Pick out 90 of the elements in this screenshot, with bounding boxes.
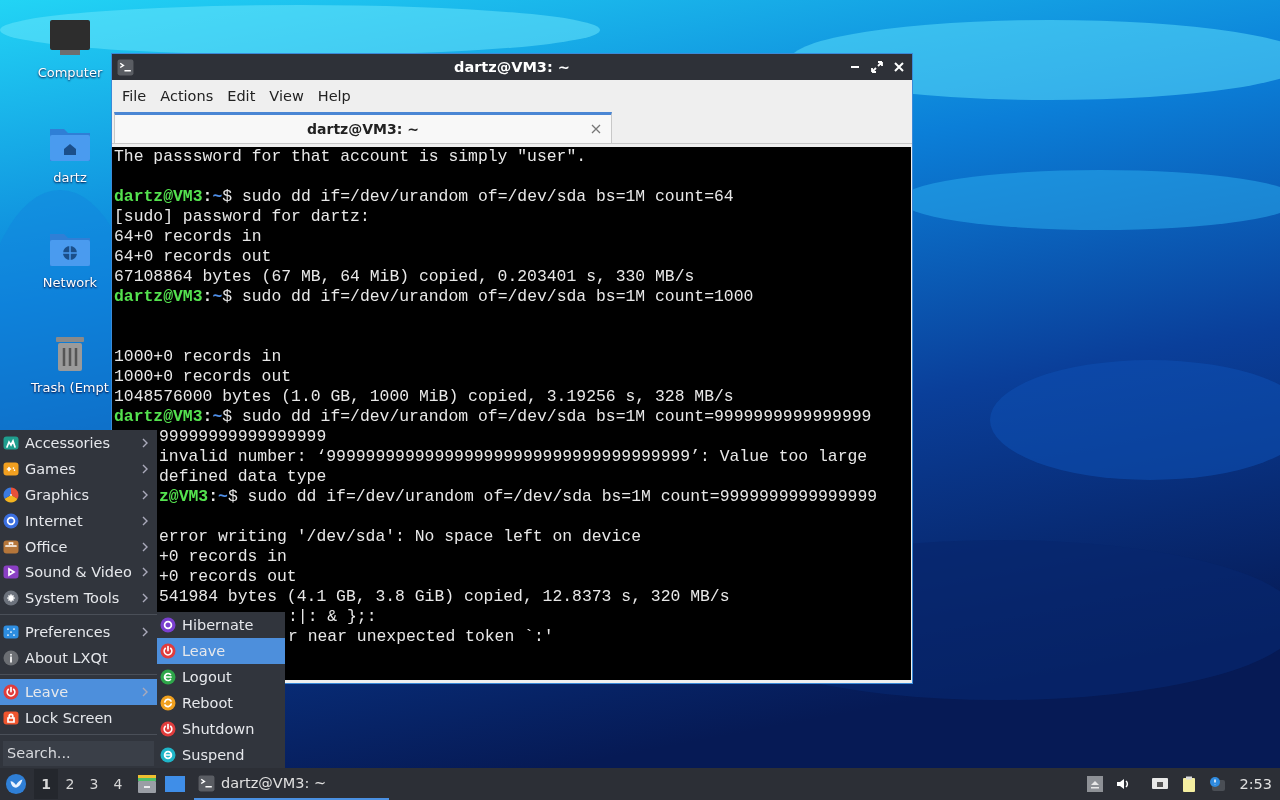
menu-item[interactable]: File	[115, 84, 154, 108]
reboot-icon	[160, 695, 176, 711]
show-desktop-icon[interactable]	[164, 773, 186, 795]
menu-item[interactable]: View	[262, 84, 311, 108]
power-icon	[160, 643, 176, 659]
terminal-line: 1048576000 bytes (1.0 GB, 1000 MiB) copied, 3.19256 s, 328 MB/s	[114, 387, 734, 407]
terminal-icon	[117, 58, 134, 76]
menu-item[interactable]: Games	[0, 455, 157, 482]
desktop-switch-button[interactable]: 1	[34, 769, 58, 799]
clock[interactable]: 2:53	[1239, 776, 1272, 792]
menu-item[interactable]: Logout	[157, 664, 285, 690]
hibernate-icon	[160, 617, 176, 633]
terminal-line: r near unexpected token `:'	[288, 627, 554, 647]
color-wheel-icon	[3, 486, 19, 503]
chevron-icon	[141, 592, 149, 605]
desktop-switch-button[interactable]: 2	[58, 769, 82, 799]
desktop-switch-button[interactable]: 3	[82, 769, 106, 799]
terminal-line: defined data type	[159, 467, 327, 487]
settings-icon	[3, 624, 19, 641]
logout-icon	[160, 669, 176, 685]
terminal-line: error writing '/dev/sda': No space left on device	[159, 527, 641, 547]
prompt-line: dartz@VM3:~$ sudo dd if=/dev/urandom of=/dev/sda bs=1M count=1000	[114, 287, 754, 307]
menu-item[interactable]: Actions	[153, 84, 221, 108]
terminal-line: invalid number: ‘9999999999999999999999999999999999999’: Value too large	[159, 447, 868, 467]
gear-icon	[3, 590, 19, 607]
maximize-button[interactable]	[868, 58, 886, 76]
terminal-line: The passsword for that account is simply "user".	[114, 147, 587, 167]
desktop-switch-button[interactable]: 4	[106, 769, 130, 799]
globe-icon	[3, 512, 19, 529]
briefcase-icon	[3, 538, 19, 555]
eject-icon[interactable]	[1087, 776, 1104, 792]
clipboard-icon[interactable]	[1181, 776, 1198, 792]
terminal-line: 99999999999999999	[159, 427, 327, 447]
terminal-line: 67108864 bytes (67 MB, 64 MiB) copied, 0.203401 s, 330 MB/s	[114, 267, 695, 287]
maximize-icon	[871, 61, 883, 73]
chevron-icon	[141, 686, 149, 699]
terminal-line: +0 records in	[159, 547, 287, 567]
chevron-icon	[141, 626, 149, 639]
chevron-icon	[141, 540, 149, 553]
chevron-icon	[141, 462, 149, 475]
chevron-icon	[141, 566, 149, 579]
lock-icon	[3, 710, 19, 726]
menu-item[interactable]: Shutdown	[157, 716, 285, 742]
suspend-icon	[160, 747, 176, 763]
menu-item[interactable]: Edit	[220, 84, 263, 108]
menu-item[interactable]: Preferences	[0, 619, 157, 646]
menu-item[interactable]: Sound & Video	[0, 559, 157, 586]
prompt-line: z@VM3:~$ sudo dd if=/dev/urandom of=/dev/sda bs=1M count=9999999999999999	[159, 487, 878, 507]
media-icon	[3, 564, 19, 581]
terminal-line: :|: & };:	[288, 607, 377, 627]
chevron-icon	[141, 436, 149, 449]
window-title: dartz@VM3: ~	[453, 59, 571, 75]
menu-item[interactable]: Office	[0, 533, 157, 560]
menu-item[interactable]: Graphics	[0, 481, 157, 508]
menu-item[interactable]: Suspend	[157, 742, 285, 768]
tab[interactable]: dartz@VM3: ~	[114, 112, 612, 143]
power-icon	[3, 684, 19, 701]
desktop-icon-label[interactable]: Network	[42, 275, 98, 290]
terminal-line: 1000+0 records out	[114, 367, 292, 387]
search-field[interactable]: Search...	[3, 740, 154, 766]
menu-item[interactable]: Reboot	[157, 690, 285, 716]
terminal-line: 64+0 records in	[114, 227, 262, 247]
menu-item[interactable]: Accessories	[0, 430, 157, 456]
menu-item[interactable]: System Tools	[0, 585, 157, 612]
menu-item[interactable]: Lock Screen	[0, 705, 157, 731]
prompt-line: dartz@VM3:~$ sudo dd if=/dev/urandom of=/dev/sda bs=1M count=64	[114, 187, 734, 207]
prompt-line: dartz@VM3:~$ sudo dd if=/dev/urandom of=/dev/sda bs=1M count=9999999999999999	[114, 407, 872, 427]
chevron-icon	[141, 488, 149, 501]
info-icon	[3, 650, 19, 667]
notification-icon[interactable]	[1209, 776, 1226, 792]
task-button[interactable]: dartz@VM3: ~	[194, 768, 389, 800]
menu-item[interactable]: Help	[310, 84, 358, 108]
menu-item[interactable]: Hibernate	[157, 612, 285, 638]
pen-icon	[3, 434, 19, 451]
chevron-icon	[141, 514, 149, 527]
close-icon[interactable]	[591, 124, 601, 134]
terminal-line: +0 records out	[159, 567, 297, 587]
menu-item[interactable]: About LXQt	[0, 645, 157, 672]
gamepad-icon	[3, 460, 19, 477]
terminal-line: 64+0 records out	[114, 247, 272, 267]
terminal-icon	[198, 774, 215, 792]
terminal-line: 1000+0 records in	[114, 347, 282, 367]
file-cabinet-icon[interactable]	[136, 773, 158, 795]
terminal-line: 541984 bytes (4.1 GB, 3.8 GiB) copied, 12.8373 s, 320 MB/s	[159, 587, 730, 607]
close-icon	[893, 61, 905, 73]
network-icon[interactable]	[1151, 776, 1170, 792]
menu-item[interactable]: Internet	[0, 507, 157, 534]
power-icon	[160, 721, 176, 737]
terminal-line: [sudo] password for dartz:	[114, 207, 370, 227]
desktop-icon-label[interactable]: Trash (Empt	[31, 380, 109, 395]
